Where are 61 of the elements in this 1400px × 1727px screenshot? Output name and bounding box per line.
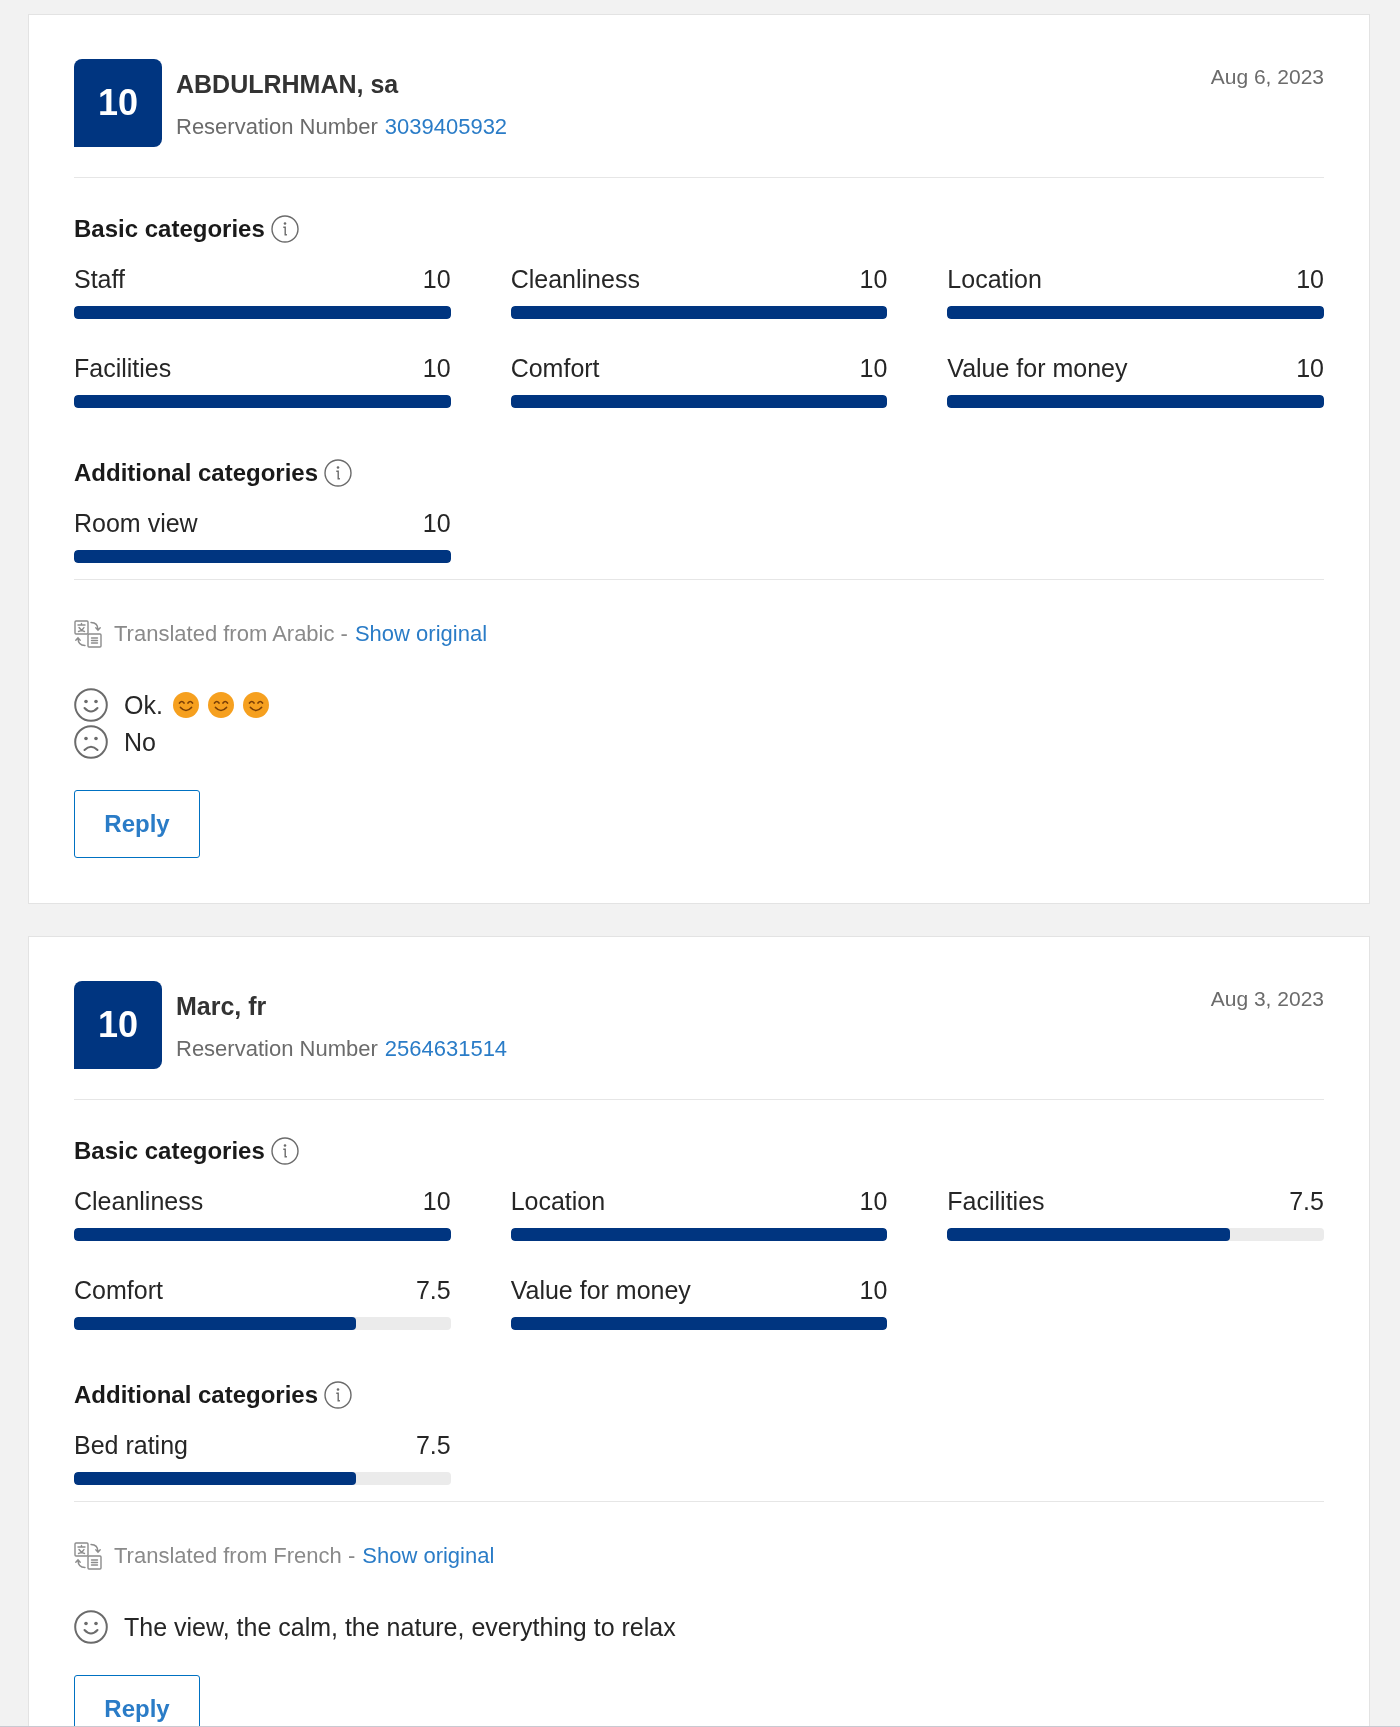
- category-score: 10: [859, 264, 888, 294]
- category-score: 10: [422, 508, 451, 538]
- reservation-number-link[interactable]: 2564631514: [384, 1034, 508, 1064]
- reservation-number-link[interactable]: 3039405932: [384, 112, 508, 142]
- category-label: Staff: [74, 264, 125, 294]
- category-score: 10: [859, 353, 888, 383]
- category-score: 10: [422, 264, 451, 294]
- category-label: Bed rating: [74, 1430, 188, 1460]
- info-icon: [324, 459, 353, 487]
- category-score: 10: [1296, 353, 1324, 383]
- category-score: 10: [859, 1186, 888, 1216]
- category-label: Comfort: [510, 353, 600, 383]
- info-icon: [270, 215, 299, 243]
- sad-face-icon: [74, 724, 108, 759]
- category-label: Location: [947, 264, 1042, 294]
- info-icon: [270, 1137, 299, 1165]
- score-badge: 10: [74, 981, 162, 1069]
- category-score: 10: [1296, 264, 1324, 294]
- category-label: Value for money: [510, 1275, 691, 1305]
- info-icon: [324, 1381, 353, 1409]
- show-original-link[interactable]: Show original: [362, 1542, 495, 1570]
- score-badge: 10: [74, 59, 162, 147]
- reservation-label: Reservation Number: [176, 113, 378, 141]
- review-date: Aug 6, 2023: [1210, 64, 1324, 90]
- comment-text: Ok.: [124, 689, 163, 720]
- section-heading: Additional categories: [74, 1380, 319, 1410]
- category-label: Room view: [74, 508, 198, 538]
- reply-button[interactable]: Reply: [74, 1675, 200, 1726]
- smiling-emoji-icon: [242, 691, 269, 718]
- category-score: 10: [422, 1186, 451, 1216]
- category-label: Comfort: [74, 1275, 163, 1305]
- comment-text: No: [124, 726, 156, 757]
- comment-text: The view, the calm, the nature, everything to relax: [124, 1611, 676, 1642]
- translation-icon: [74, 620, 102, 648]
- category-label: Facilities: [74, 353, 172, 383]
- review-date: Aug 3, 2023: [1210, 986, 1324, 1012]
- section-heading: Basic categories: [74, 214, 265, 244]
- category-score: 10: [422, 353, 451, 383]
- category-label: Location: [510, 1186, 606, 1216]
- category-score: 7.5: [415, 1275, 451, 1305]
- show-original-link[interactable]: Show original: [354, 620, 487, 648]
- category-label: Cleanliness: [74, 1186, 204, 1216]
- smiling-emoji-icon: [172, 691, 199, 718]
- reviewer-name: Marc, fr: [176, 991, 268, 1021]
- category-score: 10: [859, 1275, 888, 1305]
- category-score: 7.5: [415, 1430, 451, 1460]
- category-label: Value for money: [947, 353, 1128, 383]
- translation-note: Translated from French -: [114, 1542, 356, 1570]
- category-label: Facilities: [947, 1186, 1045, 1216]
- reply-button[interactable]: Reply: [74, 790, 200, 858]
- reservation-label: Reservation Number: [176, 1035, 378, 1063]
- category-label: Cleanliness: [510, 264, 640, 294]
- smiley-face-icon: [74, 1609, 108, 1644]
- section-heading: Basic categories: [74, 1136, 265, 1166]
- smiling-emoji-icon: [207, 691, 234, 718]
- reviewer-name: ABDULRHMAN, sa: [176, 69, 400, 99]
- translation-icon: [74, 1542, 102, 1570]
- section-heading: Additional categories: [74, 458, 319, 488]
- smiley-face-icon: [74, 687, 108, 722]
- translation-note: Translated from Arabic -: [114, 620, 348, 648]
- category-score: 7.5: [1289, 1186, 1324, 1216]
